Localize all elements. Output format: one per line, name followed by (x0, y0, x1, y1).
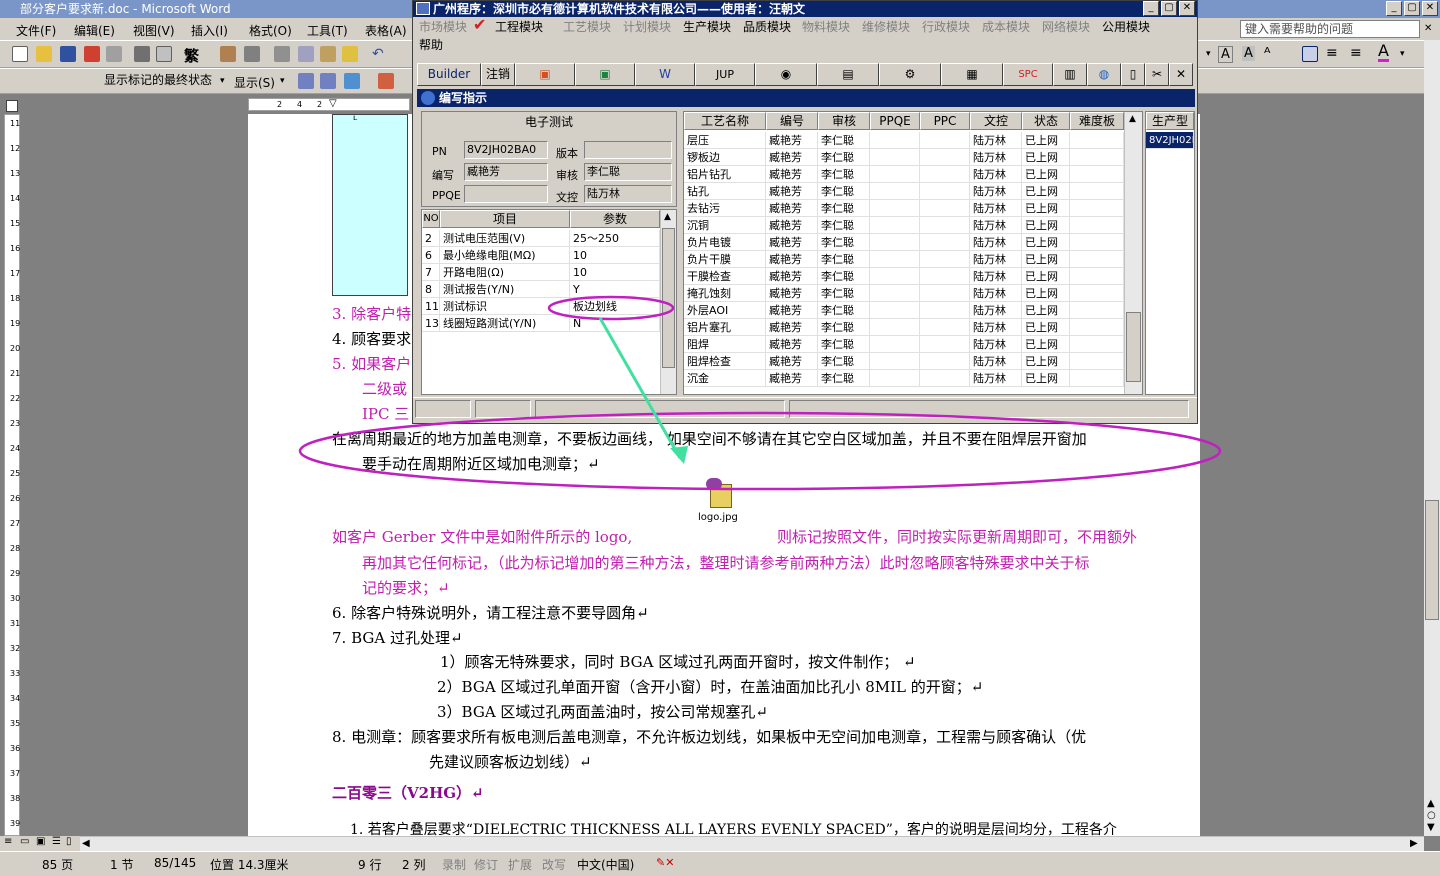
annotation-arrow-head (670, 446, 688, 464)
annotation-overlay (298, 295, 1222, 491)
annotation-ellipse-large (298, 411, 1222, 491)
annotation-ellipse-small (547, 295, 675, 321)
annotation-arrow-line (598, 317, 682, 459)
